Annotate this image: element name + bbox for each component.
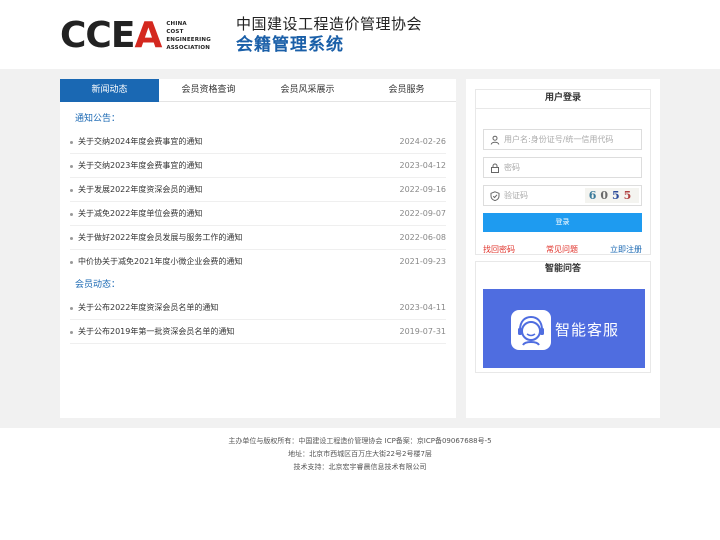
org-name: 中国建设工程造价管理协会 xyxy=(236,15,423,33)
tab-bar: 新闻动态 会员资格查询 会员风采展示 会员服务 xyxy=(60,79,456,102)
tab-member-service[interactable]: 会员服务 xyxy=(357,79,456,102)
news-panel: 新闻动态 会员资格查询 会员风采展示 会员服务 通知公告： 关于交纳2024年度… xyxy=(60,79,456,418)
site-header: CCEA CHINA COST ENGINEERING ASSOCIATION … xyxy=(0,0,720,69)
login-box: 用户登录 用户名:身份证号/统一信用代码 密码 验证码 6055 登录 找回密码… xyxy=(475,89,651,255)
footer-address: 地址：北京市西城区百万庄大街22号2号楼7层 xyxy=(288,450,432,458)
member-news-section-title: 会员动态： xyxy=(75,280,121,290)
tab-membership-query[interactable]: 会员资格查询 xyxy=(159,79,258,102)
forgot-password-link[interactable]: 找回密码 xyxy=(483,244,515,255)
lock-icon xyxy=(491,163,499,173)
username-field[interactable]: 用户名:身份证号/统一信用代码 xyxy=(483,129,642,150)
news-item[interactable]: 关于交纳2023年度会费事宜的通知 2023-04-12 xyxy=(70,154,446,178)
bullet-icon xyxy=(70,331,73,334)
news-item[interactable]: 关于公布2019年第一批资深会员名单的通知 2019-07-31 xyxy=(70,320,446,344)
footer-tech-support: 技术支持：北京宏宇睿晨信息技术有限公司 xyxy=(293,463,427,471)
site-title: 中国建设工程造价管理协会 会籍管理系统 xyxy=(236,14,422,56)
bullet-icon xyxy=(70,307,73,310)
logo-mark: CCEA xyxy=(60,15,162,56)
qa-title: 智能问答 xyxy=(544,264,581,274)
news-item[interactable]: 关于减免2022年度单位会费的通知 2022-09-07 xyxy=(70,202,446,226)
banner-text: 智能客服 xyxy=(555,321,620,339)
system-name: 会籍管理系统 xyxy=(236,35,344,55)
password-field[interactable]: 密码 xyxy=(483,157,642,178)
side-column: 用户登录 用户名:身份证号/统一信用代码 密码 验证码 6055 登录 找回密码… xyxy=(466,79,660,418)
captcha-field[interactable]: 验证码 6055 xyxy=(483,185,642,206)
ccea-logo[interactable]: CCEA CHINA COST ENGINEERING ASSOCIATION xyxy=(60,16,211,56)
notice-section-title: 通知公告： xyxy=(75,114,121,124)
news-item[interactable]: 关于公布2022年度资深会员名单的通知 2023-04-11 xyxy=(70,296,446,320)
bullet-icon xyxy=(70,165,73,168)
tab-member-showcase[interactable]: 会员风采展示 xyxy=(258,79,357,102)
news-item[interactable]: 关于交纳2024年度会费事宜的通知 2024-02-26 xyxy=(70,130,446,154)
shield-check-icon xyxy=(490,191,500,201)
site-footer: 主办单位与版权所有：中国建设工程造价管理协会 ICP备案：京ICP备090676… xyxy=(0,428,720,474)
login-links: 找回密码 常见问题 立即注册 xyxy=(483,244,642,256)
user-icon xyxy=(490,135,500,145)
bullet-icon xyxy=(70,189,73,192)
footer-copyright: 主办单位与版权所有：中国建设工程造价管理协会 ICP备案：京ICP备090676… xyxy=(228,437,492,445)
faq-link[interactable]: 常见问题 xyxy=(546,244,578,255)
bullet-icon xyxy=(70,141,73,144)
captcha-image[interactable]: 6055 xyxy=(585,188,639,203)
login-title: 用户登录 xyxy=(476,90,650,109)
news-item[interactable]: 关于发展2022年度资深会员的通知 2022-09-16 xyxy=(70,178,446,202)
news-item[interactable]: 关于做好2022年度会员发展与服务工作的通知 2022-06-08 xyxy=(70,226,446,250)
login-button[interactable]: 登录 xyxy=(483,213,642,232)
qa-box: 智能问答 智能客服 xyxy=(475,261,651,373)
bullet-icon xyxy=(70,213,73,216)
logo-english-text: CHINA COST ENGINEERING ASSOCIATION xyxy=(166,21,211,51)
bullet-icon xyxy=(70,261,73,264)
customer-service-icon xyxy=(511,310,551,350)
bullet-icon xyxy=(70,237,73,240)
news-item[interactable]: 中价协关于减免2021年度小微企业会费的通知 2021-09-23 xyxy=(70,250,446,274)
register-link[interactable]: 立即注册 xyxy=(610,244,642,255)
smart-service-banner[interactable]: 智能客服 xyxy=(483,289,645,368)
tab-news[interactable]: 新闻动态 xyxy=(60,79,159,102)
